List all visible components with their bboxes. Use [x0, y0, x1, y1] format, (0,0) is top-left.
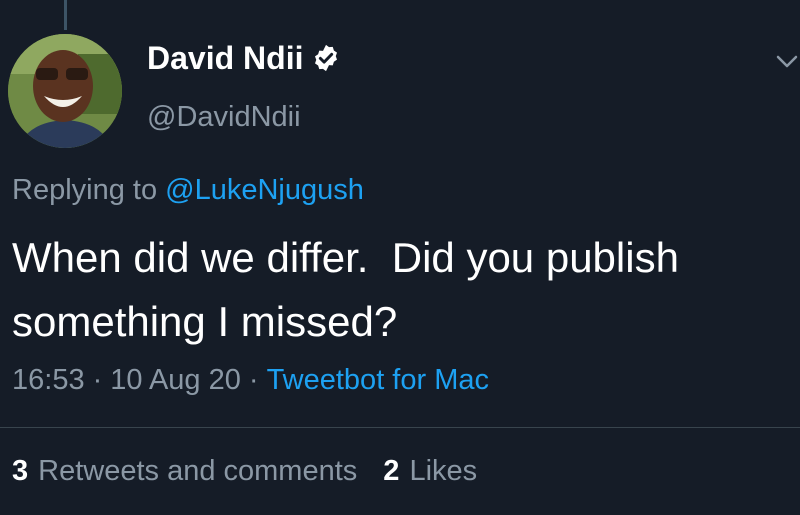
meta-separator: · — [92, 364, 103, 396]
retweets-label: Retweets and comments — [38, 455, 358, 487]
thread-connector-line — [64, 0, 67, 30]
tweet-date[interactable]: 10 Aug 20 — [110, 366, 241, 395]
tweet-source-link[interactable]: Tweetbot for Mac — [267, 366, 489, 395]
likes-count: 2 — [383, 455, 400, 487]
retweets-stat[interactable]: 3 Retweets and comments — [12, 457, 357, 486]
replying-to-label: Replying to — [12, 174, 158, 206]
author-display-name[interactable]: David Ndii — [147, 42, 303, 74]
retweets-count: 3 — [12, 455, 29, 487]
tweet-text-line: something I missed? — [12, 298, 398, 345]
author-handle[interactable]: @DavidNdii — [147, 103, 301, 132]
author-name-row[interactable]: David Ndii — [147, 42, 341, 74]
tweet-text-line: When did we differ. Did you publish — [12, 234, 679, 281]
meta-separator: · — [248, 364, 259, 396]
tweet-meta: 16:53 · 10 Aug 20 · Tweetbot for Mac — [12, 366, 489, 395]
verified-badge-icon — [315, 44, 338, 72]
likes-stat[interactable]: 2 Likes — [383, 457, 477, 486]
tweet-text: When did we differ. Did you publish some… — [12, 226, 782, 354]
tweet-card: David Ndii @DavidNdii Replying to @LukeN… — [0, 0, 800, 515]
replying-to: Replying to @LukeNjugush — [12, 176, 364, 205]
chevron-down-icon[interactable] — [774, 54, 800, 70]
tweet-stats: 3 Retweets and comments 2 Likes — [12, 457, 477, 486]
divider — [0, 427, 800, 428]
tweet-time[interactable]: 16:53 — [12, 366, 85, 395]
reply-mention-link[interactable]: @LukeNjugush — [165, 174, 364, 206]
likes-label: Likes — [409, 455, 478, 487]
avatar[interactable] — [8, 34, 122, 148]
avatar-image — [8, 34, 122, 148]
